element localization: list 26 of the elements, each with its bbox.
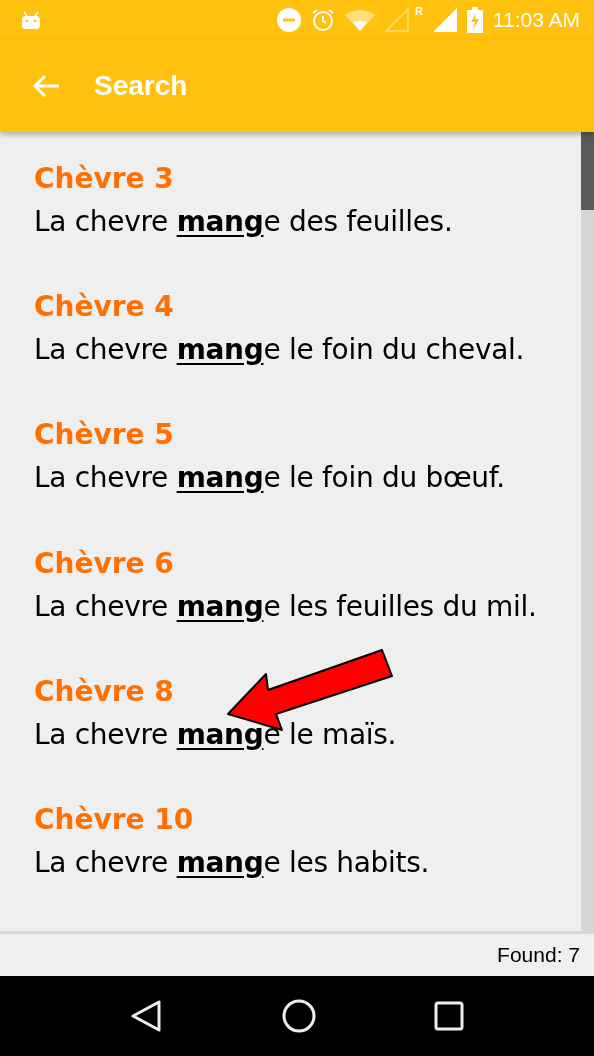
recents-button[interactable] xyxy=(434,1001,464,1031)
result-sentence: La chevre mange le foin du bœuf. xyxy=(34,461,506,495)
do-not-disturb-icon xyxy=(276,8,301,32)
result-sentence: La chevre mange des feuilles. xyxy=(34,205,454,238)
status-time: 11:03 AM xyxy=(492,8,580,32)
result-title: Chèvre 10 xyxy=(34,802,195,836)
home-button[interactable] xyxy=(282,999,316,1033)
result-sentence: La chevre mange les habits. xyxy=(34,845,431,879)
wifi-icon xyxy=(344,9,375,31)
android-icon xyxy=(20,10,42,30)
back-button[interactable] xyxy=(130,999,164,1033)
result-sentence: La chevre mange le maïs. xyxy=(34,717,398,751)
scrollbar-thumb[interactable] xyxy=(581,132,594,210)
result-title: Chèvre 3 xyxy=(34,162,175,195)
result-title: Chèvre 4 xyxy=(34,290,175,324)
found-count: Found: 7 xyxy=(497,943,580,967)
alarm-icon xyxy=(310,8,335,32)
result-sentence: La chevre mange le foin du cheval. xyxy=(34,333,526,367)
toolbar-title: Search xyxy=(94,70,188,102)
result-sentence: La chevre mange les feuilles du mil. xyxy=(34,589,538,623)
battery-charging-icon xyxy=(466,7,483,33)
result-title: Chèvre 8 xyxy=(34,674,175,708)
result-title: Chèvre 6 xyxy=(34,546,175,580)
roaming-mark: R xyxy=(414,5,423,17)
signal-icon xyxy=(432,8,457,32)
result-title: Chèvre 5 xyxy=(34,418,175,452)
